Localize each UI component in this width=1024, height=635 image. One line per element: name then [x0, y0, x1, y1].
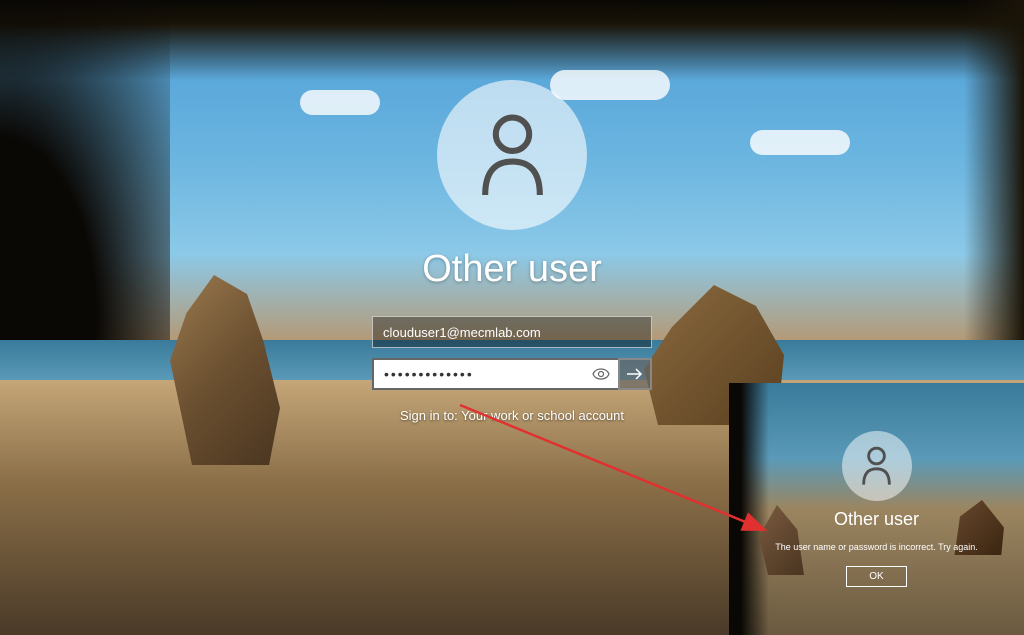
login-panel: Other user Sign in to: Your work or scho…	[372, 80, 652, 423]
arrow-right-icon	[626, 367, 644, 381]
user-avatar	[437, 80, 587, 230]
password-input[interactable]	[372, 358, 618, 390]
cloud	[750, 130, 850, 155]
password-row	[372, 358, 652, 390]
submit-button[interactable]	[618, 358, 652, 390]
eye-icon	[592, 368, 610, 380]
windows-lock-screen: Other user Sign in to: Your work or scho…	[0, 0, 1024, 635]
username-input[interactable]	[372, 316, 652, 348]
username-title: Other user	[422, 248, 602, 291]
cloud	[300, 90, 380, 115]
rock-formation-left	[170, 275, 280, 465]
person-icon	[475, 113, 550, 198]
inset-user-avatar	[842, 431, 912, 501]
person-icon	[859, 446, 894, 486]
error-inset-screenshot: Other user The user name or password is …	[729, 383, 1024, 635]
reveal-password-button[interactable]	[586, 358, 616, 390]
cave-frame-right	[964, 0, 1024, 380]
signin-hint: Sign in to: Your work or school account	[400, 408, 624, 423]
error-message: The user name or password is incorrect. …	[775, 542, 978, 552]
inset-cave-left	[729, 383, 769, 635]
ok-button[interactable]: OK	[846, 566, 906, 587]
username-row	[372, 316, 652, 348]
inset-username-title: Other user	[834, 509, 919, 530]
